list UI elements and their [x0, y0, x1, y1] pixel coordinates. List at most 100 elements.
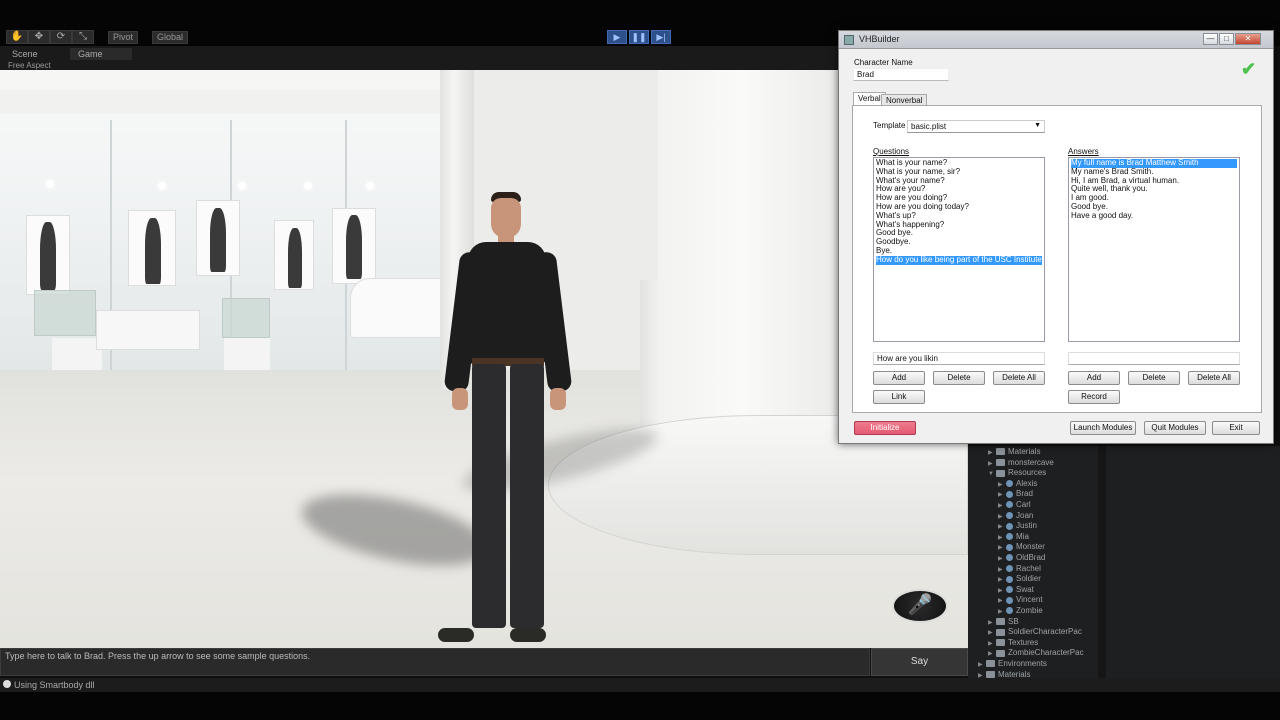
- game-viewport[interactable]: [0, 70, 968, 648]
- question-item[interactable]: Goodbye.: [876, 237, 1042, 247]
- delete-all-answers-button[interactable]: Delete All: [1188, 371, 1240, 385]
- expand-right-icon[interactable]: ▶: [988, 628, 996, 638]
- microphone-button[interactable]: 🎤: [892, 589, 948, 623]
- expand-right-icon[interactable]: ▶: [988, 459, 996, 469]
- project-tree-item[interactable]: ▶ Brad: [998, 489, 1033, 499]
- project-tree-item[interactable]: ▶ Alexis: [998, 479, 1037, 489]
- prefab-icon: [1006, 522, 1013, 530]
- step-button[interactable]: ▶|: [651, 30, 671, 44]
- project-tree-item[interactable]: ▶ SB: [988, 617, 1019, 627]
- project-tree-item[interactable]: ▶ Monster: [998, 542, 1045, 552]
- project-tree-item[interactable]: ▶ Soldier: [998, 574, 1041, 584]
- project-tree-item[interactable]: ▶ Materials: [978, 670, 1030, 678]
- expand-right-icon[interactable]: ▶: [978, 660, 986, 670]
- vhbuilder-window: VHBuilder — □ ✕ Character Name Brad ✔ Ve…: [838, 30, 1274, 444]
- expand-right-icon[interactable]: ▶: [998, 533, 1006, 543]
- vhbuilder-titlebar[interactable]: VHBuilder — □ ✕: [839, 31, 1273, 49]
- project-tree-item[interactable]: ▶ ZombieCharacterPac: [988, 648, 1084, 658]
- play-button[interactable]: ▶: [607, 30, 627, 44]
- expand-right-icon[interactable]: ▶: [988, 639, 996, 649]
- link-button[interactable]: Link: [873, 390, 925, 404]
- project-tree-item[interactable]: ▶ Zombie: [998, 606, 1043, 616]
- questions-list[interactable]: What is your name? What is your name, sir…: [873, 157, 1045, 342]
- expand-right-icon[interactable]: ▶: [998, 565, 1006, 575]
- project-tree-item[interactable]: ▶ Textures: [988, 638, 1038, 648]
- launch-modules-button[interactable]: Launch Modules: [1070, 421, 1136, 435]
- expand-right-icon[interactable]: ▶: [998, 512, 1006, 522]
- hand-tool-icon[interactable]: ✋: [6, 30, 28, 44]
- rotate-tool-icon[interactable]: ⟳: [50, 30, 72, 44]
- prefab-icon: [1006, 607, 1013, 615]
- expand-right-icon[interactable]: ▶: [998, 554, 1006, 564]
- project-tree-label: ZombieCharacterPac: [1008, 648, 1084, 658]
- expand-right-icon[interactable]: ▶: [998, 501, 1006, 511]
- expand-down-icon[interactable]: ▼: [988, 469, 996, 479]
- expand-right-icon[interactable]: ▶: [998, 522, 1006, 532]
- initialize-button[interactable]: Initialize: [854, 421, 916, 435]
- project-scrollbar[interactable]: [1098, 446, 1106, 678]
- close-button[interactable]: ✕: [1235, 33, 1261, 45]
- move-tool-icon[interactable]: ✥: [28, 30, 50, 44]
- global-toggle[interactable]: Global: [152, 31, 189, 44]
- character-brad[interactable]: [438, 192, 578, 642]
- project-tree-item[interactable]: ▼ Resources: [988, 468, 1046, 478]
- pivot-toggle[interactable]: Pivot: [108, 31, 139, 44]
- character-name-label: Character Name: [854, 58, 913, 67]
- answer-input[interactable]: [1068, 352, 1240, 365]
- prefab-icon: [1006, 575, 1013, 583]
- record-button[interactable]: Record: [1068, 390, 1120, 404]
- prefab-icon: [1006, 564, 1013, 572]
- expand-right-icon[interactable]: ▶: [998, 586, 1006, 596]
- answer-item[interactable]: Have a good day.: [1071, 211, 1237, 221]
- project-tree-item[interactable]: ▶ Joan: [998, 511, 1033, 521]
- project-tree-item[interactable]: ▶ Carl: [998, 500, 1031, 510]
- project-tree-item[interactable]: ▶ Swat: [998, 585, 1034, 595]
- expand-right-icon[interactable]: ▶: [998, 607, 1006, 617]
- delete-all-questions-button[interactable]: Delete All: [993, 371, 1045, 385]
- microphone-icon: 🎤: [907, 594, 933, 616]
- quit-modules-button[interactable]: Quit Modules: [1144, 421, 1206, 435]
- expand-right-icon[interactable]: ▶: [978, 671, 986, 678]
- template-select[interactable]: basic.plist ▼: [907, 120, 1045, 133]
- chevron-down-icon: ▼: [1034, 122, 1041, 129]
- expand-right-icon[interactable]: ▶: [998, 490, 1006, 500]
- project-tree-item[interactable]: ▶ Environments: [978, 659, 1047, 669]
- project-tree-item[interactable]: ▶ Justin: [998, 521, 1037, 531]
- aspect-dropdown[interactable]: Free Aspect: [8, 61, 51, 70]
- question-input[interactable]: How are you likin: [873, 352, 1045, 365]
- folder-icon: [996, 649, 1005, 657]
- project-tree-item[interactable]: ▶ monstercave: [988, 458, 1054, 468]
- delete-question-button[interactable]: Delete: [933, 371, 985, 385]
- character-name-field[interactable]: Brad: [853, 68, 949, 81]
- project-tree-item[interactable]: ▶ SoldierCharacterPac: [988, 627, 1082, 637]
- minimize-button[interactable]: —: [1203, 33, 1218, 45]
- character-head: [491, 198, 521, 238]
- pause-button[interactable]: ❚❚: [629, 30, 649, 44]
- tab-game[interactable]: Game: [70, 48, 132, 60]
- expand-right-icon[interactable]: ▶: [998, 543, 1006, 553]
- project-tree-item[interactable]: ▶ Vincent: [998, 595, 1043, 605]
- say-button[interactable]: Say: [871, 648, 968, 676]
- ceiling-lamp: [238, 182, 246, 190]
- scale-tool-icon[interactable]: ⤡: [72, 30, 94, 44]
- answers-list[interactable]: My full name is Brad Matthew Smith My nam…: [1068, 157, 1240, 342]
- exit-button[interactable]: Exit: [1212, 421, 1260, 435]
- add-answer-button[interactable]: Add: [1068, 371, 1120, 385]
- project-tree-item[interactable]: ▶ OldBrad: [998, 553, 1045, 563]
- expand-right-icon[interactable]: ▶: [998, 575, 1006, 585]
- tab-scene[interactable]: Scene: [4, 48, 46, 60]
- question-item[interactable]: How do you like being part of the USC In…: [876, 255, 1044, 265]
- project-tree-item[interactable]: ▶ Rachel: [998, 564, 1041, 574]
- add-question-button[interactable]: Add: [873, 371, 925, 385]
- project-tree-item[interactable]: ▶ Mia: [998, 532, 1029, 542]
- delete-answer-button[interactable]: Delete: [1128, 371, 1180, 385]
- expand-right-icon[interactable]: ▶: [998, 480, 1006, 490]
- expand-right-icon[interactable]: ▶: [988, 618, 996, 628]
- expand-right-icon[interactable]: ▶: [988, 649, 996, 659]
- talk-input[interactable]: Type here to talk to Brad. Press the up …: [0, 648, 870, 676]
- expand-right-icon[interactable]: ▶: [998, 596, 1006, 606]
- project-tree-item[interactable]: ▶ Materials: [988, 447, 1040, 457]
- maximize-button[interactable]: □: [1219, 33, 1234, 45]
- folder-icon: [996, 628, 1005, 636]
- expand-right-icon[interactable]: ▶: [988, 448, 996, 458]
